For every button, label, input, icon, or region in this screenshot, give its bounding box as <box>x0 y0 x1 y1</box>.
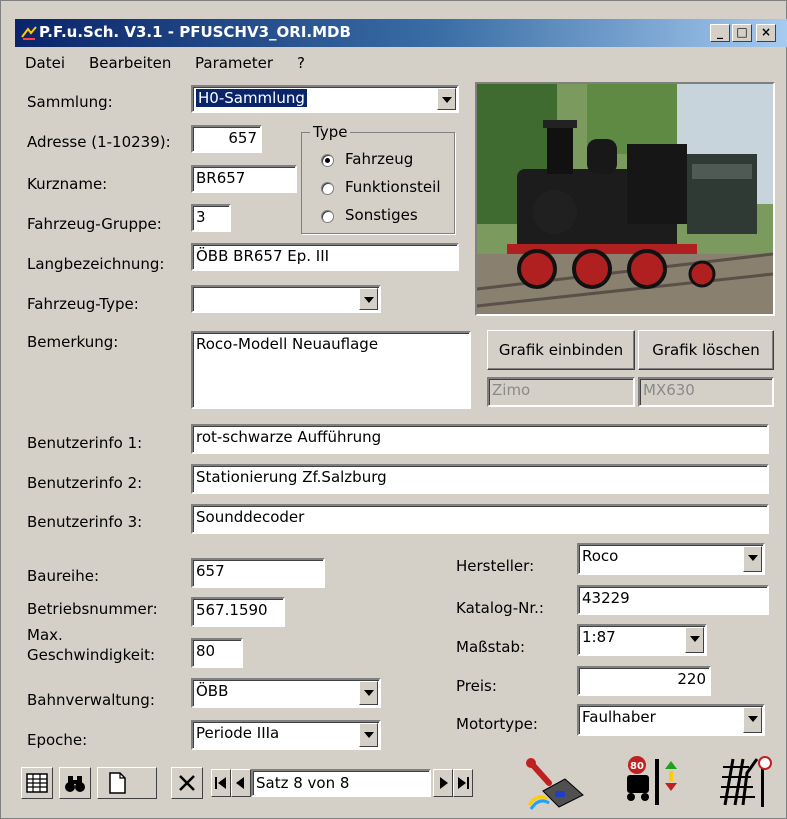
fahrzeug-type-label: Fahrzeug-Type: <box>27 295 139 313</box>
benutzerinfo-2-label: Benutzerinfo 2: <box>27 474 143 492</box>
adresse-input[interactable]: 657 <box>191 125 262 153</box>
radio-sonstiges[interactable] <box>321 210 334 223</box>
chevron-down-icon[interactable] <box>437 88 456 110</box>
title-bar[interactable]: P.F.u.Sch. V3.1 - PFUSCHV3_ORI.MDB _ □ × <box>15 19 787 47</box>
baureihe-label: Baureihe: <box>27 567 100 585</box>
radio-sonstiges-label: Sonstiges <box>345 206 418 224</box>
bahnverwaltung-dropdown[interactable]: ÖBB <box>191 678 381 708</box>
hersteller-label: Hersteller: <box>456 557 535 575</box>
fahrzeug-type-dropdown[interactable] <box>191 285 381 313</box>
new-record-button[interactable] <box>97 767 157 799</box>
type-group-title: Type <box>310 123 351 141</box>
adresse-label: Adresse (1-10239): <box>27 133 171 151</box>
next-record-button[interactable] <box>433 769 453 797</box>
decoder-model-field: MX630 <box>638 377 774 407</box>
menu-parameter[interactable]: Parameter <box>195 54 273 72</box>
control-panel-icon[interactable] <box>525 753 587 811</box>
benutzerinfo-2-input[interactable]: Stationierung Zf.Salzburg <box>191 464 769 494</box>
preis-input[interactable]: 220 <box>577 666 711 696</box>
benutzerinfo-3-input[interactable]: Sounddecoder <box>191 504 769 534</box>
motortype-dropdown[interactable]: Faulhaber <box>577 704 765 736</box>
radio-funktionsteil-label: Funktionsteil <box>345 178 441 196</box>
grafik-loeschen-button[interactable]: Grafik löschen <box>638 330 774 370</box>
record-position-field: Satz 8 von 8 <box>251 769 431 797</box>
delete-record-button[interactable] <box>171 767 203 799</box>
max-geschwindigkeit-input[interactable]: 80 <box>191 638 243 668</box>
track-switch-icon[interactable] <box>713 753 775 811</box>
hersteller-value: Roco <box>582 547 619 565</box>
betriebsnummer-label: Betriebsnummer: <box>27 600 158 618</box>
radio-funktionsteil[interactable] <box>321 182 334 195</box>
massstab-label: Maßstab: <box>456 638 526 656</box>
benutzerinfo-3-label: Benutzerinfo 3: <box>27 513 143 531</box>
bahnverwaltung-value: ÖBB <box>196 682 229 700</box>
maximize-button[interactable]: □ <box>732 24 752 42</box>
benutzerinfo-1-input[interactable]: rot-schwarze Aufführung <box>191 424 769 454</box>
sammlung-label: Sammlung: <box>27 93 113 111</box>
table-icon <box>26 773 48 793</box>
minimize-button[interactable]: _ <box>710 24 730 42</box>
hersteller-dropdown[interactable]: Roco <box>577 543 765 575</box>
table-view-button[interactable] <box>21 767 53 799</box>
epoche-label: Epoche: <box>27 731 88 749</box>
fahrzeug-gruppe-input[interactable]: 3 <box>191 204 231 232</box>
grafik-einbinden-button[interactable]: Grafik einbinden <box>487 330 635 370</box>
betriebsnummer-input[interactable]: 567.1590 <box>191 597 285 627</box>
menu-help[interactable]: ? <box>297 54 305 72</box>
massstab-dropdown[interactable]: 1:87 <box>577 624 707 656</box>
svg-text:80: 80 <box>630 761 644 772</box>
epoche-value: Periode IIIa <box>196 724 280 742</box>
chevron-down-icon[interactable] <box>743 546 762 572</box>
chevron-down-icon[interactable] <box>743 707 762 733</box>
next-record-icon <box>440 777 448 789</box>
chevron-down-icon[interactable] <box>359 723 378 747</box>
motortype-value: Faulhaber <box>582 708 656 726</box>
bemerkung-label: Bemerkung: <box>27 333 119 351</box>
kurzname-label: Kurzname: <box>27 175 108 193</box>
first-record-icon <box>215 777 226 789</box>
benutzerinfo-1-label: Benutzerinfo 1: <box>27 434 143 452</box>
chevron-down-icon[interactable] <box>359 288 378 310</box>
type-group: Type Fahrzeug Funktionsteil Sonstiges <box>301 123 455 234</box>
menu-bearbeiten[interactable]: Bearbeiten <box>89 54 171 72</box>
chevron-down-icon[interactable] <box>685 627 704 653</box>
search-button[interactable] <box>59 767 91 799</box>
sammlung-dropdown[interactable]: H0-Sammlung <box>191 85 459 113</box>
massstab-value: 1:87 <box>582 628 616 646</box>
max-geschwindigkeit-label-2: Geschwindigkeit: <box>27 646 156 664</box>
menu-datei[interactable]: Datei <box>25 54 65 72</box>
binoculars-icon <box>65 776 85 792</box>
close-button[interactable]: × <box>756 24 776 42</box>
langbezeichnung-input[interactable]: ÖBB BR657 Ep. III <box>191 243 459 271</box>
fahrzeug-gruppe-label: Fahrzeug-Gruppe: <box>27 215 162 233</box>
bemerkung-textarea[interactable]: Roco-Modell Neuauflage <box>191 331 471 409</box>
radio-fahrzeug[interactable] <box>321 154 334 167</box>
window-title: P.F.u.Sch. V3.1 - PFUSCHV3_ORI.MDB <box>39 23 351 41</box>
motortype-label: Motortype: <box>456 715 538 733</box>
max-geschwindigkeit-label-1: Max. <box>27 626 63 644</box>
prev-record-button[interactable] <box>231 769 251 797</box>
last-record-icon <box>458 777 469 789</box>
locomotive-photo <box>475 82 775 316</box>
sammlung-value: H0-Sammlung <box>196 89 307 107</box>
application-window: P.F.u.Sch. V3.1 - PFUSCHV3_ORI.MDB _ □ ×… <box>0 0 787 819</box>
epoche-dropdown[interactable]: Periode IIIa <box>191 720 381 750</box>
baureihe-input[interactable]: 657 <box>191 558 325 588</box>
app-icon <box>21 26 37 40</box>
decoder-hersteller-field: Zimo <box>487 377 635 407</box>
katalog-nr-label: Katalog-Nr.: <box>456 599 544 617</box>
loco-speed-icon[interactable]: 80 <box>621 753 683 811</box>
delete-record-icon <box>179 775 195 791</box>
radio-fahrzeug-label: Fahrzeug <box>345 150 414 168</box>
chevron-down-icon[interactable] <box>359 681 378 705</box>
langbezeichnung-label: Langbezeichnung: <box>27 255 165 273</box>
last-record-button[interactable] <box>453 769 473 797</box>
first-record-button[interactable] <box>211 769 231 797</box>
prev-record-icon <box>236 777 244 789</box>
new-record-icon <box>109 772 126 794</box>
kurzname-input[interactable]: BR657 <box>191 165 297 193</box>
katalog-nr-input[interactable]: 43229 <box>577 585 769 615</box>
preis-label: Preis: <box>456 677 497 695</box>
bahnverwaltung-label: Bahnverwaltung: <box>27 691 155 709</box>
